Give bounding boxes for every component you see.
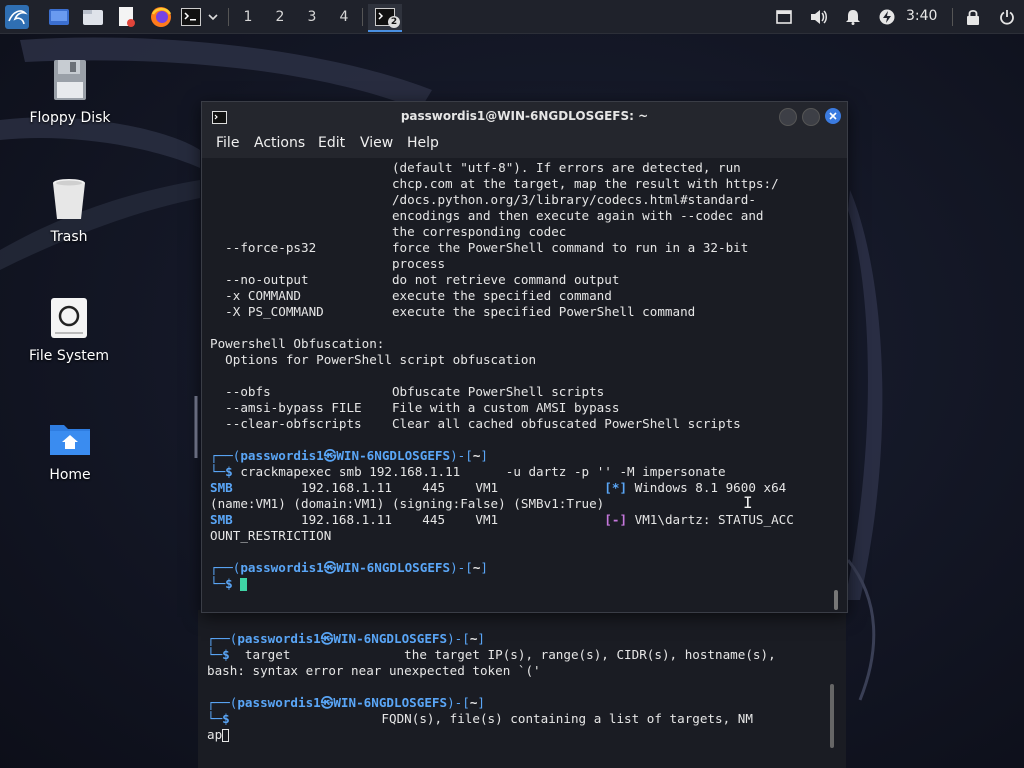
window-icon[interactable]: [774, 5, 794, 29]
help-line: -x COMMAND execute the specified command: [210, 288, 612, 303]
trash-icon: [45, 175, 93, 223]
help-line: chcp.com at the target, map the result w…: [210, 176, 779, 191]
terminal-output[interactable]: (default "utf-8"). If errors are detecte…: [210, 160, 830, 610]
help-line: the corresponding codec: [210, 224, 567, 239]
help-line: Options for PowerShell script obfuscatio…: [210, 352, 537, 367]
panel-separator: [952, 8, 953, 26]
desktop-icon-home[interactable]: Home: [15, 413, 125, 483]
scrollbar[interactable]: [834, 590, 838, 610]
prompt-line: ┌──(passwordis1㉿WIN-6NGDLOSGEFS)-[~]: [210, 448, 489, 463]
desktop-icon-label: Home: [49, 467, 91, 483]
kali-menu-icon[interactable]: [4, 5, 30, 29]
taskbar-terminal-button[interactable]: 2: [368, 4, 402, 32]
desktop-icon-file-system[interactable]: File System: [14, 294, 124, 364]
text-editor-icon[interactable]: [114, 5, 140, 29]
workspace-4[interactable]: 4: [331, 6, 357, 28]
menu-bar: File Actions Edit View Help: [202, 130, 847, 158]
logout-icon[interactable]: [996, 5, 1018, 29]
help-line: --amsi-bypass FILE File with a custom AM…: [210, 400, 620, 415]
desktop-icon-label: Floppy Disk: [29, 110, 111, 126]
bg-command-line: └─$ FQDN(s), file(s) containing a list o…: [207, 711, 753, 726]
maximize-button[interactable]: [802, 108, 820, 126]
clock[interactable]: 3:40: [906, 8, 937, 24]
title-bar[interactable]: passwordis1@WIN-6NGDLOSGEFS: ~: [202, 102, 847, 130]
help-line: (default "utf-8"). If errors are detecte…: [210, 160, 741, 175]
lock-icon[interactable]: [962, 5, 984, 29]
scrollbar[interactable]: [830, 684, 834, 748]
terminal-cursor: [222, 729, 230, 742]
desktop-icon-label: Trash: [50, 229, 88, 245]
floppy-disk-icon: [46, 56, 94, 104]
desktop-icon[interactable]: [46, 5, 72, 29]
terminal-window[interactable]: passwordis1@WIN-6NGDLOSGEFS: ~ File Acti…: [201, 101, 848, 613]
workspace-1[interactable]: 1: [235, 6, 261, 28]
menu-view[interactable]: View: [360, 135, 393, 151]
workspace-2[interactable]: 2: [267, 6, 293, 28]
window-title: passwordis1@WIN-6NGDLOSGEFS: ~: [400, 109, 649, 123]
panel-separator: [362, 8, 363, 26]
output-line: OUNT_RESTRICTION: [210, 528, 332, 543]
text-cursor-ibeam-icon: I: [743, 493, 753, 512]
smb-output-line: SMB 192.168.1.11 445 VM1 [*] Windows 8.1…: [210, 480, 787, 495]
output-line: (name:VM1) (domain:VM1) (signing:False) …: [210, 496, 605, 511]
prompt-line: ┌──(passwordis1㉿WIN-6NGDLOSGEFS)-[~]: [210, 560, 489, 575]
bg-command-line: └─$ target the target IP(s), range(s), C…: [207, 647, 776, 662]
minimize-button[interactable]: [779, 108, 797, 126]
home-folder-icon: [46, 413, 94, 461]
smb-output-line: SMB 192.168.1.11 445 VM1 [-] VM1\dartz: …: [210, 512, 794, 527]
help-line: /docs.python.org/3/library/codecs.html#s…: [210, 192, 756, 207]
top-panel: 1 2 3 4 2 3:40: [0, 0, 1024, 34]
bg-error-line: bash: syntax error near unexpected token…: [207, 663, 541, 678]
window-count-badge: 2: [388, 16, 400, 28]
help-line: --force-ps32 force the PowerShell comman…: [210, 240, 749, 255]
bell-icon[interactable]: [842, 5, 864, 29]
menu-actions[interactable]: Actions: [254, 135, 305, 151]
menu-edit[interactable]: Edit: [318, 135, 345, 151]
desktop-icon-label: File System: [28, 348, 110, 364]
file-manager-icon[interactable]: [80, 5, 106, 29]
power-bolt-icon[interactable]: [876, 5, 898, 29]
desktop-icon-floppy-disk[interactable]: Floppy Disk: [15, 56, 125, 126]
help-line: --obfs Obfuscate PowerShell scripts: [210, 384, 605, 399]
command-line: └─$ crackmapexec smb 192.168.1.11 -u dar…: [210, 464, 726, 479]
help-line: process: [210, 256, 446, 271]
close-icon: [829, 112, 837, 120]
bg-prompt-line: ┌──(passwordis1㉿WIN-6NGDLOSGEFS)-[~]: [207, 695, 486, 710]
hard-drive-icon: [45, 294, 93, 342]
terminal-icon[interactable]: [180, 5, 202, 29]
command-line: └─$: [210, 576, 248, 592]
firefox-icon[interactable]: [148, 5, 174, 29]
volume-icon[interactable]: [808, 5, 830, 29]
chevron-down-icon[interactable]: [204, 5, 222, 29]
panel-separator: [228, 8, 229, 26]
close-button[interactable]: [825, 108, 841, 124]
help-line: --no-output do not retrieve command outp…: [210, 272, 620, 287]
bg-prompt-line: ┌──(passwordis1㉿WIN-6NGDLOSGEFS)-[~]: [207, 631, 486, 646]
menu-file[interactable]: File: [216, 135, 239, 151]
bg-output-line: ap: [207, 727, 230, 743]
workspace-3[interactable]: 3: [299, 6, 325, 28]
desktop-icon-trash[interactable]: Trash: [14, 175, 124, 245]
menu-help[interactable]: Help: [407, 135, 439, 151]
terminal-cursor: [240, 578, 248, 591]
background-terminal[interactable]: ┌──(passwordis1㉿WIN-6NGDLOSGEFS)-[~] └─$…: [198, 610, 846, 768]
help-line: -X PS_COMMAND execute the specified Powe…: [210, 304, 696, 319]
help-line: encodings and then execute again with --…: [210, 208, 764, 223]
help-section-heading: Powershell Obfuscation:: [210, 336, 385, 351]
help-line: --clear-obfscripts Clear all cached obfu…: [210, 416, 741, 431]
